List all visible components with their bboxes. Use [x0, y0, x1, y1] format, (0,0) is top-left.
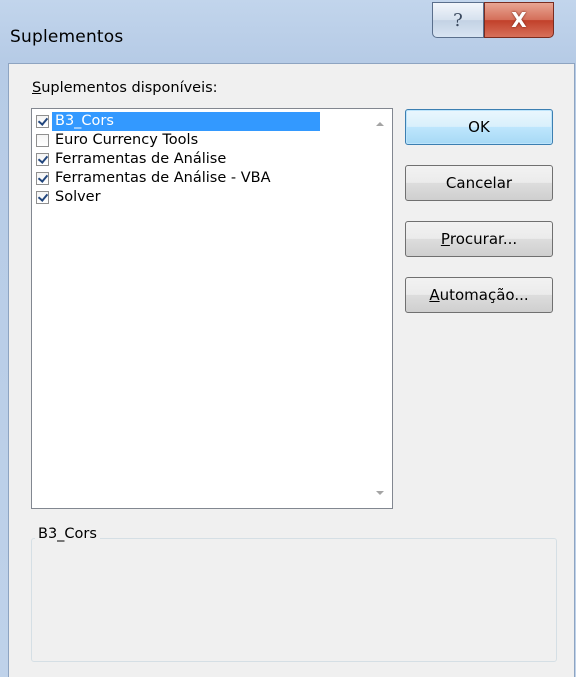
list-item-label: Solver: [55, 189, 101, 205]
list-item-label: Ferramentas de Análise - VBA: [55, 170, 271, 186]
close-icon: X: [511, 8, 527, 32]
available-add-ins-label: Suplementos disponíveis:: [32, 80, 218, 96]
checkbox-b3-cors[interactable]: [36, 115, 49, 128]
help-icon: ?: [453, 9, 463, 31]
scroll-up-arrow-icon[interactable]: [376, 122, 384, 126]
close-button[interactable]: X: [484, 2, 554, 38]
ok-button[interactable]: OK: [405, 109, 553, 145]
list-item-solver[interactable]: Solver: [36, 188, 359, 207]
list-item-euro-currency-tools[interactable]: Euro Currency Tools: [36, 131, 359, 150]
help-button[interactable]: ?: [432, 2, 484, 38]
checkbox-euro-currency-tools[interactable]: [36, 134, 49, 147]
list-item-ferramentas-de-analise-vba[interactable]: Ferramentas de Análise - VBA: [36, 169, 359, 188]
checkbox-ferramentas-de-analise[interactable]: [36, 153, 49, 166]
add-ins-listbox[interactable]: B3_Cors Euro Currency Tools Ferramentas …: [31, 108, 393, 509]
list-item-label: Euro Currency Tools: [55, 132, 199, 148]
list-item-ferramentas-de-analise[interactable]: Ferramentas de Análise: [36, 150, 359, 169]
checkbox-solver[interactable]: [36, 191, 49, 204]
description-caption: B3_Cors: [35, 526, 100, 542]
vertical-scrollbar[interactable]: [368, 109, 392, 508]
dialog-title: Suplementos: [10, 27, 124, 47]
checkbox-ferramentas-de-analise-vba[interactable]: [36, 172, 49, 185]
list-item-label: Ferramentas de Análise: [55, 151, 227, 167]
cancel-button[interactable]: Cancelar: [405, 165, 553, 201]
list-item-b3-cors[interactable]: B3_Cors: [36, 112, 359, 131]
dialog-body: Suplementos disponíveis: B3_Cors Euro Cu…: [8, 63, 575, 677]
add-ins-dialog: Suplementos ? X Suplementos disponíveis:…: [0, 0, 576, 677]
browse-button[interactable]: Procurar...: [405, 221, 553, 257]
description-groupbox: [31, 538, 557, 662]
title-bar[interactable]: Suplementos ? X: [0, 0, 576, 62]
list-item-label: B3_Cors: [52, 112, 320, 131]
scroll-down-arrow-icon[interactable]: [376, 491, 384, 495]
automation-button[interactable]: Automação...: [405, 277, 553, 313]
